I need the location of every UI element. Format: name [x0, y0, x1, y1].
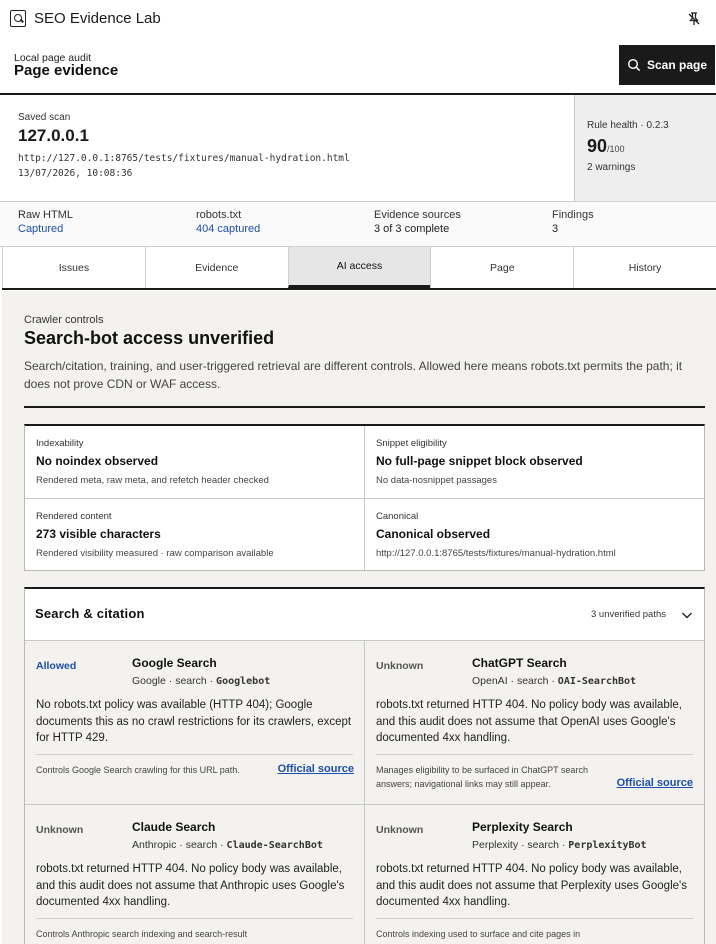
bot-meta: Anthropic · search · Claude-SearchBot [132, 839, 323, 851]
stat-robots-txt: robots.txt 404 captured [196, 209, 261, 235]
signal-grid: Indexability No noindex observed Rendere… [24, 424, 705, 571]
bot-note: Manages eligibility to be surfaced in Ch… [376, 765, 588, 789]
bot-explanation: robots.txt returned HTTP 404. No policy … [36, 863, 345, 908]
bot-name: Perplexity Search [472, 820, 573, 834]
page-title: Page evidence [14, 62, 119, 79]
card-divider [36, 754, 353, 755]
ai-access-panel: Crawler controls Search-bot access unver… [2, 291, 716, 944]
unverified-count: 3 unverified paths [591, 609, 666, 620]
status-badge: Allowed [36, 660, 77, 672]
stat-findings: Findings 3 [552, 209, 594, 235]
tab-bar: Issues Evidence AI access Page History [2, 247, 716, 290]
evidence-stats: Raw HTML Captured robots.txt 404 capture… [0, 201, 716, 247]
official-source-link[interactable]: Official source [278, 763, 354, 775]
document-search-icon [10, 10, 26, 27]
bot-meta: OpenAI · search · OAI-SearchBot [472, 675, 637, 687]
bot-card-claude-search: Unknown Claude Search Anthropic · search… [25, 804, 365, 944]
bot-card-perplexity-search: Unknown Perplexity Search Perplexity · s… [364, 804, 704, 944]
saved-scan-label: Saved scan [18, 112, 71, 123]
crawler-description: Search/citation, training, and user-trig… [24, 359, 683, 391]
scan-timestamp: 13/07/2026, 10:08:36 [18, 168, 133, 179]
card-divider [36, 918, 353, 919]
app-title: SEO Evidence Lab [34, 10, 161, 27]
status-badge: Unknown [376, 660, 424, 672]
search-citation-section: Search & citation 3 unverified paths All… [24, 587, 705, 944]
signal-canonical: Canonical Canonical observed http://127.… [364, 498, 704, 570]
bot-meta: Perplexity · search · PerplexityBot [472, 839, 647, 851]
rule-health-warnings: 2 warnings [587, 162, 636, 173]
crawler-eyebrow: Crawler controls [24, 314, 104, 326]
chevron-down-icon[interactable] [680, 608, 694, 622]
bot-note: Controls indexing used to surface and ci… [376, 929, 581, 939]
title-bar: SEO Evidence Lab [0, 0, 716, 38]
bot-card-google-search: Allowed Google Search Google · search · … [25, 640, 365, 804]
bot-name: Google Search [132, 656, 217, 670]
signal-indexability: Indexability No noindex observed Rendere… [36, 438, 269, 486]
section-title: Search & citation [35, 606, 145, 621]
bot-meta: Google · search · Googlebot [132, 675, 271, 687]
scan-page-label: Scan page [646, 58, 708, 72]
card-divider [376, 918, 693, 919]
card-divider [376, 754, 693, 755]
scan-page-button[interactable]: Scan page [619, 45, 715, 85]
crawler-title: Search-bot access unverified [24, 328, 275, 348]
signal-snippet-eligibility: Snippet eligibility No full-page snippet… [364, 426, 704, 498]
saved-scan-card: Saved scan 127.0.0.1 http://127.0.0.1:87… [2, 95, 574, 201]
scan-host: 127.0.0.1 [18, 126, 89, 145]
tab-page[interactable]: Page [430, 247, 574, 288]
crawler-divider [24, 406, 705, 408]
bot-note: Controls Anthropic search indexing and s… [36, 929, 248, 939]
rule-health-card: Rule health · 0.2.3 90/100 2 warnings [574, 95, 716, 201]
stat-raw-html: Raw HTML Captured [18, 209, 74, 235]
rule-health-score: 90/100 [587, 136, 625, 156]
stat-evidence-sources: Evidence sources 3 of 3 complete [374, 209, 461, 235]
search-citation-header[interactable]: Search & citation 3 unverified paths [25, 589, 704, 640]
status-badge: Unknown [36, 824, 84, 836]
official-source-link[interactable]: Official source [617, 777, 693, 789]
pin-off-icon[interactable] [686, 11, 702, 27]
status-badge: Unknown [376, 824, 424, 836]
bot-note: Controls Google Search crawling for this… [36, 765, 240, 775]
tab-history[interactable]: History [573, 247, 716, 288]
search-icon [627, 58, 641, 72]
bot-name: ChatGPT Search [472, 656, 567, 670]
scan-url: http://127.0.0.1:8765/tests/fixtures/man… [18, 153, 350, 164]
tab-issues[interactable]: Issues [2, 247, 145, 288]
tab-ai-access[interactable]: AI access [287, 247, 431, 288]
rule-health-label: Rule health · 0.2.3 [587, 120, 669, 131]
bot-explanation: robots.txt returned HTTP 404. No policy … [376, 699, 682, 744]
signal-rendered-content: Rendered content 273 visible characters … [25, 498, 365, 570]
bot-card-chatgpt-search: Unknown ChatGPT Search OpenAI · search ·… [364, 640, 704, 804]
bot-explanation: No robots.txt policy was available (HTTP… [36, 699, 352, 744]
tab-evidence[interactable]: Evidence [144, 247, 288, 288]
bot-explanation: robots.txt returned HTTP 404. No policy … [376, 863, 687, 908]
bot-name: Claude Search [132, 820, 216, 834]
